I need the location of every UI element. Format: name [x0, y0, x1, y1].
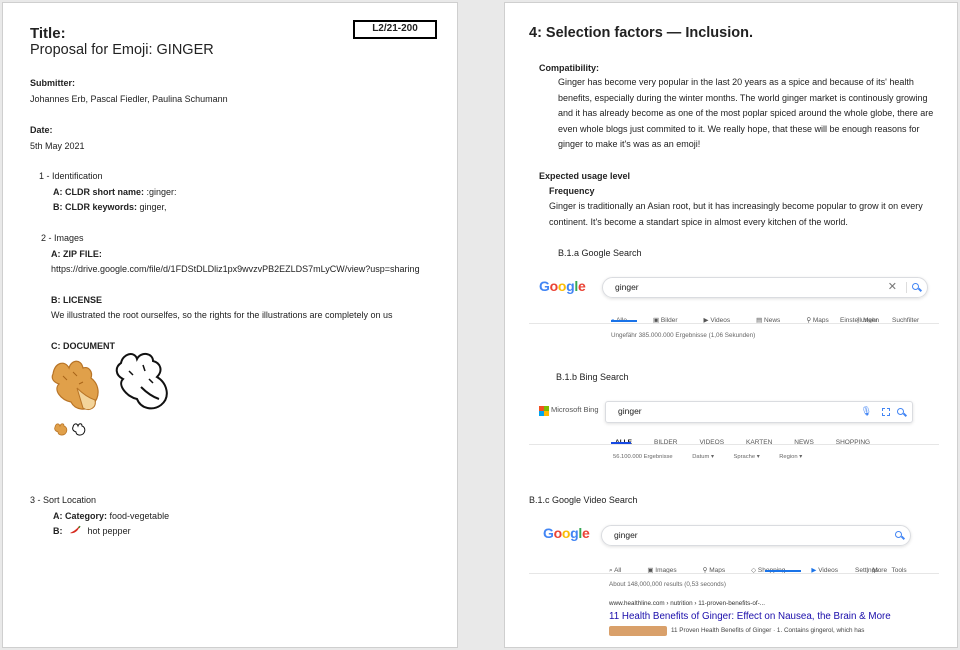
- bing-filter-date-label: Datum: [692, 454, 710, 460]
- google-logo-letter: G: [543, 525, 554, 541]
- google-video-tools: Settings Tools: [855, 559, 907, 577]
- bing-search-query: ginger: [618, 406, 642, 416]
- sort-b-row: B: hot pepper: [53, 525, 131, 538]
- cldr-short-name-value: :ginger:: [146, 187, 177, 197]
- document-page-1: L2/21-200 Title: Proposal for Emoji: GIN…: [2, 2, 458, 648]
- video-active-tab-underline: [765, 570, 801, 572]
- google-video-query: ginger: [614, 530, 638, 540]
- google-logo-letter: e: [577, 278, 586, 294]
- google-search-query: ginger: [615, 282, 639, 292]
- ginger-small-bw-icon: [72, 423, 86, 436]
- cldr-keywords-label: B: CLDR keywords:: [53, 202, 138, 212]
- microphone-icon[interactable]: 🎙: [861, 402, 872, 421]
- bing-logo-text: Microsoft Bing: [551, 405, 599, 414]
- category-label: A: Category:: [53, 511, 108, 521]
- bing-tab-bar: ALLEBILDERVIDEOSKARTENNEWSSHOPPING: [615, 431, 883, 449]
- clear-icon[interactable]: ✕: [888, 278, 897, 297]
- bing-filter-date[interactable]: Datum ▾: [692, 454, 714, 460]
- google-tools: Einstellungen Suchfilter: [840, 309, 919, 327]
- ginger-bw-illustration: [115, 353, 168, 410]
- result-thumbnail[interactable]: [609, 626, 667, 636]
- cldr-keywords-value: ginger,: [139, 202, 167, 212]
- title-label: Title:: [30, 25, 66, 42]
- ms-logo-square: [544, 411, 549, 416]
- bing-filter-region[interactable]: Region ▾: [779, 454, 802, 460]
- date-value: 5th May 2021: [30, 141, 85, 151]
- hot-pepper-icon: [70, 525, 81, 534]
- license-label: B: LICENSE: [51, 295, 103, 305]
- video-search-icon[interactable]: [895, 531, 902, 538]
- result-title-link[interactable]: 11 Health Benefits of Ginger: Effect on …: [609, 611, 891, 622]
- search-divider: [906, 282, 907, 293]
- sort-b-value: hot pepper: [87, 526, 131, 536]
- expected-usage-label: Expected usage level: [539, 171, 631, 181]
- google-divider: [529, 323, 939, 324]
- license-text: We illustrated the root ourselfes, so th…: [51, 310, 393, 320]
- google-logo-letter: o: [557, 278, 567, 294]
- compatibility-label: Compatibility:: [539, 63, 599, 73]
- zip-file-label: A: ZIP FILE:: [51, 249, 102, 259]
- bing-filter-language-label: Sprache: [733, 454, 756, 460]
- google-search-caption: B.1.a Google Search: [558, 248, 642, 258]
- bing-search-input[interactable]: ginger 🎙: [605, 401, 913, 423]
- google-logo-letter: o: [549, 278, 559, 294]
- sort-location-heading: 3 - Sort Location: [30, 495, 97, 505]
- google-results-count: Ungefähr 385.000.000 Ergebnisse (1,06 Se…: [611, 332, 756, 339]
- google-logo-letter: G: [539, 278, 550, 294]
- bing-filter-region-label: Region: [779, 454, 798, 460]
- identification-heading: 1 - Identification: [39, 171, 103, 181]
- search-icon[interactable]: [912, 283, 919, 290]
- bing-divider: [529, 444, 939, 445]
- date-label: Date:: [30, 125, 53, 135]
- google-video-logo: Google: [543, 525, 590, 541]
- ms-logo-square: [539, 406, 544, 411]
- ms-logo-square: [544, 406, 549, 411]
- bing-search-icon[interactable]: [897, 408, 904, 415]
- submitter-label: Submitter:: [30, 78, 75, 88]
- submitter-names: Johannes Erb, Pascal Fiedler, Paulina Sc…: [30, 94, 228, 104]
- ms-logo-square: [539, 411, 544, 416]
- frequency-text: Ginger is traditionally an Asian root, b…: [549, 201, 923, 227]
- bing-results-count: 56.100.000 Ergebnisse: [613, 454, 673, 460]
- bing-results-row: 56.100.000 Ergebnisse Datum ▾ Sprache ▾ …: [613, 454, 802, 460]
- active-tab-underline: [611, 320, 637, 322]
- google-video-results-count: About 148,000,000 results (0,53 seconds): [609, 581, 726, 588]
- document-page-2: 4: Selection factors — Inclusion. Compat…: [504, 2, 958, 648]
- frequency-label: Frequency: [549, 186, 595, 196]
- cldr-short-name-label: A: CLDR short name:: [53, 187, 145, 197]
- google-search-input[interactable]: ginger ✕: [602, 277, 928, 298]
- cldr-keywords-row: B: CLDR keywords: ginger,: [53, 201, 167, 214]
- ginger-small-color-icon: [54, 423, 68, 436]
- bing-filter-language[interactable]: Sprache ▾: [733, 454, 759, 460]
- result-breadcrumb[interactable]: www.healthline.com › nutrition › 11-prov…: [609, 600, 765, 607]
- google-video-search-input[interactable]: ginger: [601, 525, 911, 546]
- zip-file-link[interactable]: https://drive.google.com/file/d/1FDStDLD…: [51, 263, 420, 276]
- bing-search-caption: B.1.b Bing Search: [556, 372, 629, 382]
- result-snippet: 11 Proven Health Benefits of Ginger · 1.…: [671, 627, 865, 634]
- category-row: A: Category: food-vegetable: [53, 510, 169, 523]
- selection-factors-heading: 4: Selection factors — Inclusion.: [529, 25, 753, 41]
- google-video-caption: B.1.c Google Video Search: [529, 495, 638, 505]
- google-logo-letter: o: [553, 525, 563, 541]
- microsoft-logo-icon: [539, 406, 549, 416]
- category-value: food-vegetable: [109, 511, 170, 521]
- google-logo-letter: o: [561, 525, 571, 541]
- compatibility-text: Ginger has become very popular in the la…: [558, 77, 934, 150]
- google-logo: Google: [539, 278, 586, 294]
- document-id-box: L2/21-200: [353, 20, 437, 39]
- images-heading: 2 - Images: [41, 233, 84, 243]
- google-logo-letter: e: [581, 525, 590, 541]
- proposal-title: Proposal for Emoji: GINGER: [30, 42, 214, 58]
- visual-search-icon[interactable]: [882, 408, 890, 416]
- sort-b-label: B:: [53, 526, 63, 536]
- google-video-divider: [529, 573, 939, 574]
- cldr-short-name-row: A: CLDR short name: :ginger:: [53, 186, 177, 199]
